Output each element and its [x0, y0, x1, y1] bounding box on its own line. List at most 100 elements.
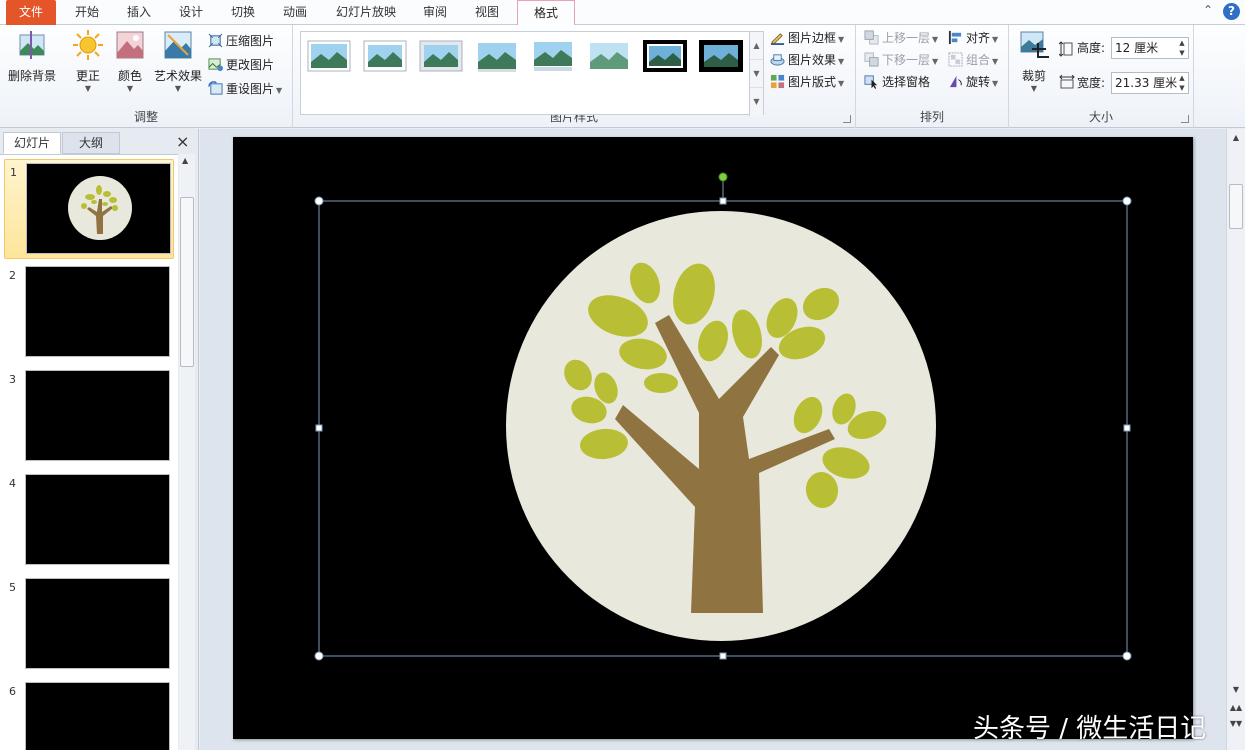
picture-effects-button[interactable]: 图片效果 ▼ — [770, 50, 844, 70]
crop-button[interactable]: 裁剪 ▼ — [1015, 29, 1053, 94]
rotate-handle[interactable] — [718, 172, 728, 182]
chevron-down-icon: ▼ — [1030, 84, 1038, 93]
tab-insert[interactable]: 插入 — [114, 0, 164, 25]
tab-view[interactable]: 视图 — [462, 0, 512, 25]
current-slide[interactable] — [233, 137, 1193, 739]
style-thumb[interactable] — [699, 40, 743, 72]
style-thumb[interactable] — [363, 40, 407, 72]
style-thumb[interactable] — [307, 40, 351, 72]
compress-pictures-button[interactable]: 压缩图片 — [208, 31, 274, 51]
slide-number: 3 — [9, 373, 16, 386]
chevron-up-icon[interactable]: ▲ — [750, 32, 763, 60]
chevron-down-icon[interactable]: ▼ — [750, 60, 763, 88]
rotate-button[interactable]: 旋转 ▼ — [948, 72, 998, 92]
resize-handle[interactable] — [719, 197, 727, 205]
picture-border-button[interactable]: 图片边框 ▼ — [770, 28, 844, 48]
tab-animations[interactable]: 动画 — [270, 0, 320, 25]
help-icon[interactable]: ? — [1223, 3, 1240, 20]
style-thumb[interactable] — [531, 40, 575, 72]
tab-file[interactable]: 文件 — [6, 0, 56, 25]
height-field[interactable]: 12 厘米 ▲ ▼ — [1111, 37, 1189, 59]
tab-format[interactable]: 格式 — [517, 0, 575, 26]
slide-thumbnail-2[interactable]: 2 — [4, 263, 174, 363]
slides-scrollbar[interactable]: ▲ — [179, 154, 195, 750]
chevron-down-icon[interactable]: ▼ — [1176, 48, 1188, 58]
align-button[interactable]: 对齐 ▼ — [948, 28, 998, 48]
selection-pane-button[interactable]: 选择窗格 — [864, 72, 930, 92]
chevron-down-icon: ▼ — [932, 57, 939, 66]
width-icon — [1059, 75, 1075, 89]
tree-picture[interactable] — [506, 211, 936, 641]
ribbon-collapse-icon[interactable]: ⌃ — [1203, 3, 1213, 17]
artistic-effects-button[interactable]: 艺术效果 ▼ — [152, 29, 204, 94]
tab-slideshow[interactable]: 幻灯片放映 — [330, 0, 402, 25]
resize-handle[interactable] — [1122, 651, 1132, 661]
tab-outline[interactable]: 大纲 — [62, 132, 120, 154]
dialog-launcher-icon[interactable] — [1181, 115, 1189, 123]
width-label: 宽度: — [1077, 76, 1106, 90]
picture-styles-gallery: ▲ ▼ ▼ — [300, 31, 764, 116]
spin-arrows[interactable]: ▲ ▼ — [1176, 38, 1188, 58]
group-adjust-label: 调整 — [133, 110, 158, 124]
remove-background-button[interactable]: 删除背景 — [4, 29, 60, 84]
picture-layout-button[interactable]: 图片版式 ▼ — [770, 72, 844, 92]
width-field[interactable]: 21.33 厘米 ▲ ▼ — [1111, 72, 1189, 94]
tab-review[interactable]: 审阅 — [410, 0, 460, 25]
group-button[interactable]: 组合 ▼ — [948, 50, 998, 70]
slide-number: 6 — [9, 685, 16, 698]
previous-slide-icon[interactable]: ▲▲ — [1227, 703, 1245, 712]
scrollbar-thumb[interactable] — [180, 197, 194, 367]
spin-arrows[interactable]: ▲ ▼ — [1176, 73, 1188, 93]
watermark-text: 头条号 / 微生活日记 — [973, 714, 1207, 744]
tab-slides[interactable]: 幻灯片 — [3, 132, 61, 154]
resize-handle[interactable] — [1122, 196, 1132, 206]
tab-home[interactable]: 开始 — [62, 0, 112, 25]
picture-effects-icon — [770, 54, 785, 66]
gallery-more-icon[interactable]: ▼ — [750, 88, 763, 116]
change-picture-button[interactable]: 更改图片 — [208, 55, 274, 75]
slide-thumbnail-1[interactable]: 1 — [4, 159, 174, 259]
resize-handle[interactable] — [314, 651, 324, 661]
slide-thumbnail-3[interactable]: 3 — [4, 367, 174, 467]
slide-editing-area: ▲ ▼ ▲▲ ▼▼ — [200, 129, 1245, 750]
resize-handle[interactable] — [1123, 424, 1131, 432]
dialog-launcher-icon[interactable] — [843, 115, 851, 123]
compress-icon — [208, 33, 223, 48]
reset-picture-label: 重设图片 — [226, 82, 275, 96]
scrollbar-thumb[interactable] — [1229, 184, 1243, 229]
bring-forward-button[interactable]: 上移一层 ▼ — [864, 28, 938, 48]
ribbon-tab-bar: 文件 开始 插入 设计 切换 动画 幻灯片放映 审阅 视图 格式 ⌃ ? — [0, 0, 1245, 26]
next-slide-icon[interactable]: ▼▼ — [1227, 719, 1245, 728]
send-backward-button[interactable]: 下移一层 ▼ — [864, 50, 938, 70]
compress-pictures-label: 压缩图片 — [226, 34, 275, 48]
height-icon — [1059, 41, 1073, 57]
corrections-button[interactable]: 更正 ▼ — [66, 29, 110, 94]
slide-thumbnail-5[interactable]: 5 — [4, 575, 174, 675]
chevron-down-icon[interactable]: ▼ — [1176, 83, 1188, 93]
chevron-down-icon[interactable]: ▼ — [1227, 685, 1245, 694]
chevron-up-icon[interactable]: ▲ — [1176, 38, 1188, 48]
chevron-up-icon[interactable]: ▲ — [1227, 133, 1245, 142]
reset-picture-button[interactable]: 重设图片 ▼ — [208, 79, 282, 99]
chevron-up-icon[interactable]: ▲ — [182, 156, 188, 165]
ribbon: 删除背景 更正 ▼ 颜色 ▼ 艺术效果 ▼ 压缩图片 更改图片 重设图片 ▼ 调… — [0, 25, 1245, 128]
style-thumb[interactable] — [475, 40, 519, 72]
height-value: 12 厘米 — [1115, 41, 1159, 55]
resize-handle[interactable] — [719, 652, 727, 660]
chevron-down-icon: ▼ — [838, 79, 845, 88]
close-icon[interactable]: × — [176, 133, 189, 151]
color-button[interactable]: 颜色 ▼ — [110, 29, 150, 94]
style-thumb[interactable] — [587, 40, 631, 72]
main-scrollbar[interactable]: ▲ ▼ ▲▲ ▼▼ — [1226, 129, 1245, 750]
style-thumb[interactable] — [419, 40, 463, 72]
gallery-scroll[interactable]: ▲ ▼ ▼ — [749, 32, 763, 116]
resize-handle[interactable] — [314, 196, 324, 206]
resize-handle[interactable] — [315, 424, 323, 432]
tab-transitions[interactable]: 切换 — [218, 0, 268, 25]
slide-thumbnail-6[interactable]: 6 — [4, 679, 174, 750]
chevron-down-icon: ▼ — [992, 57, 999, 66]
tab-design[interactable]: 设计 — [166, 0, 216, 25]
style-thumb[interactable] — [643, 40, 687, 72]
slide-thumbnail-4[interactable]: 4 — [4, 471, 174, 571]
chevron-up-icon[interactable]: ▲ — [1176, 73, 1188, 83]
